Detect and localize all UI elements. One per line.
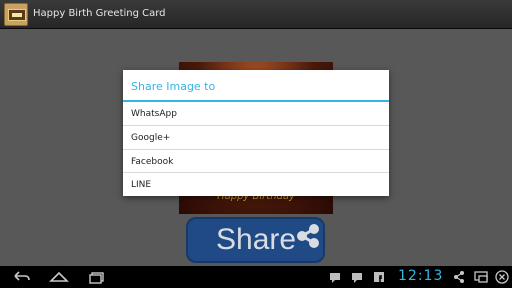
recent-apps-icon[interactable] <box>86 266 108 288</box>
share-option-googleplus[interactable]: Google+ <box>123 126 389 149</box>
greeting-card-app-icon[interactable] <box>4 3 28 26</box>
share-option-facebook[interactable]: Facebook <box>123 150 389 173</box>
action-bar: Happy Birth Greeting Card <box>0 0 512 29</box>
close-notification-icon[interactable] <box>494 266 510 288</box>
share-option-label: LINE <box>131 180 152 190</box>
share-button-label: Share <box>216 223 297 256</box>
share-icon[interactable] <box>452 266 466 288</box>
share-option-whatsapp[interactable]: WhatsApp <box>123 102 389 125</box>
share-button[interactable]: Share <box>186 217 325 263</box>
facebook-icon[interactable] <box>373 266 385 288</box>
app-title: Happy Birth Greeting Card <box>33 8 166 19</box>
screen-mirror-icon[interactable] <box>473 266 489 288</box>
system-bar: 12:13 <box>0 266 512 288</box>
chat-notification-icon[interactable] <box>328 266 342 288</box>
chat-notification-icon[interactable] <box>350 266 364 288</box>
share-option-label: WhatsApp <box>131 109 177 119</box>
dialog-title: Share Image to <box>131 80 216 93</box>
share-option-line[interactable]: LINE <box>123 173 389 196</box>
share-dialog: Share Image to WhatsApp Google+ Facebook… <box>123 70 389 196</box>
status-clock: 12:13 <box>398 268 444 284</box>
home-icon[interactable] <box>48 266 70 288</box>
back-icon[interactable] <box>10 266 32 288</box>
share-icon <box>297 224 319 248</box>
share-option-label: Facebook <box>131 157 174 167</box>
share-option-label: Google+ <box>131 133 171 143</box>
